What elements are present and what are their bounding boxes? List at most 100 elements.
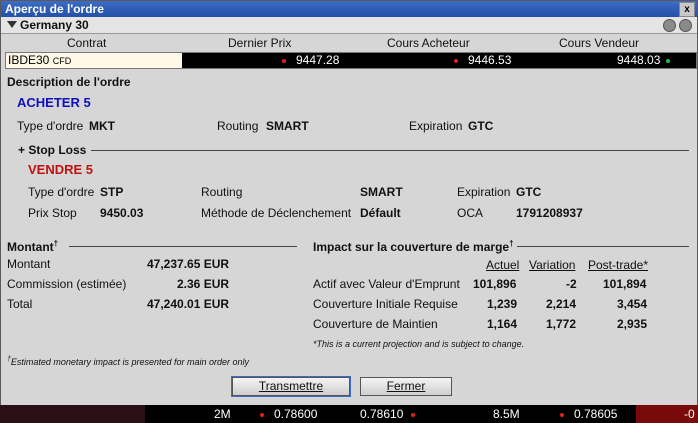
title-bar: Aperçu de l'ordre x (1, 1, 697, 17)
trigger-method-label: Méthode de Déclenchement (201, 206, 352, 220)
last-price: 9447.28 (282, 53, 339, 68)
help-icon[interactable] (679, 19, 692, 32)
col-post-trade: Post-trade* (588, 258, 649, 272)
expiration-label: Expiration (409, 119, 463, 133)
col-bid: Cours Acheteur (387, 36, 470, 50)
stop-loss-heading[interactable]: + Stop Loss (18, 143, 86, 157)
margin-row-label: Actif avec Valeur d'Emprunt (313, 277, 460, 291)
sl-type-value: STP (100, 185, 124, 199)
down-tick-icon (560, 412, 564, 417)
strip-price-3-value: 0.78605 (574, 407, 618, 421)
col-current: Actuel (486, 258, 520, 272)
amount-value: 47,237.65 EUR (147, 257, 230, 271)
trigger-method-value: Défault (360, 206, 401, 220)
stop-price-label: Prix Stop (28, 206, 77, 220)
submit-button[interactable]: Transmettre (232, 377, 350, 396)
symbol-type: CFD (52, 56, 72, 66)
strip-size-1: 2M (214, 407, 231, 421)
quote-row: IBDE30 CFD 9447.28 9446.53 9448.03 (5, 52, 697, 69)
contract-symbol: IBDE30 CFD (6, 53, 182, 68)
submit-label: Transmettre (258, 379, 324, 393)
margin-cell: 3,454 (617, 297, 648, 311)
strip-price-2-value: 0.78610 (360, 407, 404, 421)
margin-cell: 1,239 (487, 297, 518, 311)
footnote: †Estimated monetary impact is presented … (7, 356, 249, 367)
sl-expiration-value: GTC (516, 185, 542, 199)
settings-icon[interactable] (663, 19, 676, 32)
routing-value: SMART (266, 119, 309, 133)
quote-header: Contrat Dernier Prix Cours Acheteur Cour… (1, 36, 697, 50)
col-last: Dernier Prix (228, 36, 292, 50)
strip-price-1: 0.78600 (260, 407, 317, 421)
margin-cell: 101,896 (473, 277, 517, 291)
strip-size-2: 8.5M (493, 407, 520, 421)
order-type-value: MKT (89, 119, 115, 133)
instrument-name: Germany 30 (20, 18, 89, 32)
order-type-label: Type d'ordre (17, 119, 84, 133)
strip-left-cell (0, 405, 145, 423)
routing-label: Routing (217, 119, 259, 133)
collapse-triangle-icon[interactable] (7, 21, 17, 28)
down-tick-icon (260, 412, 264, 417)
sl-type-label: Type d'ordre (28, 185, 95, 199)
down-tick-icon (454, 58, 458, 63)
sl-expiration-label: Expiration (457, 185, 511, 199)
order-description-heading: Description de l'ordre (7, 75, 131, 89)
instrument-header: Germany 30 (1, 17, 697, 34)
bid-price: 9446.53 (454, 53, 511, 68)
margin-row-label: Couverture de Maintien (313, 317, 438, 331)
sl-routing-value: SMART (360, 185, 403, 199)
strip-price-1-value: 0.78600 (274, 407, 318, 421)
margin-cell: 2,214 (546, 297, 577, 311)
divider (69, 246, 297, 247)
amount-heading: Montant† (7, 239, 58, 254)
close-label: Fermer (386, 379, 426, 393)
col-variation: Variation (529, 258, 576, 272)
close-button[interactable]: Fermer (360, 377, 452, 396)
ask-price: 9448.03 (617, 53, 671, 68)
margin-heading-text: Impact sur la couverture de marge (313, 240, 510, 254)
margin-cell: 101,894 (603, 277, 647, 291)
window-title: Aperçu de l'ordre (5, 2, 104, 16)
total-value: 47,240.01 EUR (147, 297, 230, 311)
ask-value: 9448.03 (617, 53, 661, 67)
col-ask: Cours Vendeur (559, 36, 640, 50)
oca-label: OCA (457, 206, 484, 220)
oca-value: 1791208937 (516, 206, 583, 220)
strip-price-2: 0.78610 (360, 407, 425, 421)
last-value: 9447.28 (296, 53, 340, 67)
margin-cell: 2,935 (617, 317, 648, 331)
projection-note: *This is a current projection and is sub… (313, 339, 525, 349)
margin-heading: Impact sur la couverture de marge† (313, 239, 514, 254)
close-icon[interactable]: x (679, 2, 695, 17)
commission-label: Commission (estimée) (7, 277, 127, 291)
margin-row-label: Couverture Initiale Requise (313, 297, 458, 311)
down-tick-icon (282, 58, 286, 63)
footnote-text: Estimated monetary impact is presented f… (10, 357, 250, 367)
order-preview-window: Aperçu de l'ordre x Germany 30 Contrat D… (0, 0, 698, 406)
amount-dagger: † (53, 239, 59, 248)
strip-change: -0 (684, 407, 695, 421)
strip-right-cell: -0 (636, 405, 698, 423)
amount-label: Montant (7, 257, 51, 271)
up-tick-icon (666, 58, 671, 63)
margin-cell: -2 (566, 277, 577, 291)
bid-value: 9446.53 (468, 53, 512, 67)
expiration-value: GTC (468, 119, 494, 133)
commission-value: 2.36 EUR (177, 277, 230, 291)
divider (91, 150, 689, 151)
buy-action: ACHETER 5 (17, 95, 91, 110)
down-tick-icon (410, 412, 415, 417)
total-label: Total (7, 297, 33, 311)
sl-routing-label: Routing (201, 185, 243, 199)
background-quote-strip: 2M 0.78600 0.78610 8.5M 0.78605 -0 (0, 405, 698, 423)
margin-dagger: † (509, 239, 514, 248)
margin-cell: 1,772 (546, 317, 577, 331)
symbol-text: IBDE30 (8, 53, 50, 67)
stop-price-value: 9450.03 (100, 206, 144, 220)
divider (517, 246, 689, 247)
amount-heading-text: Montant (7, 240, 54, 254)
col-contract: Contrat (67, 36, 107, 50)
strip-price-3: 0.78605 (560, 407, 617, 421)
sell-action: VENDRE 5 (28, 162, 94, 177)
